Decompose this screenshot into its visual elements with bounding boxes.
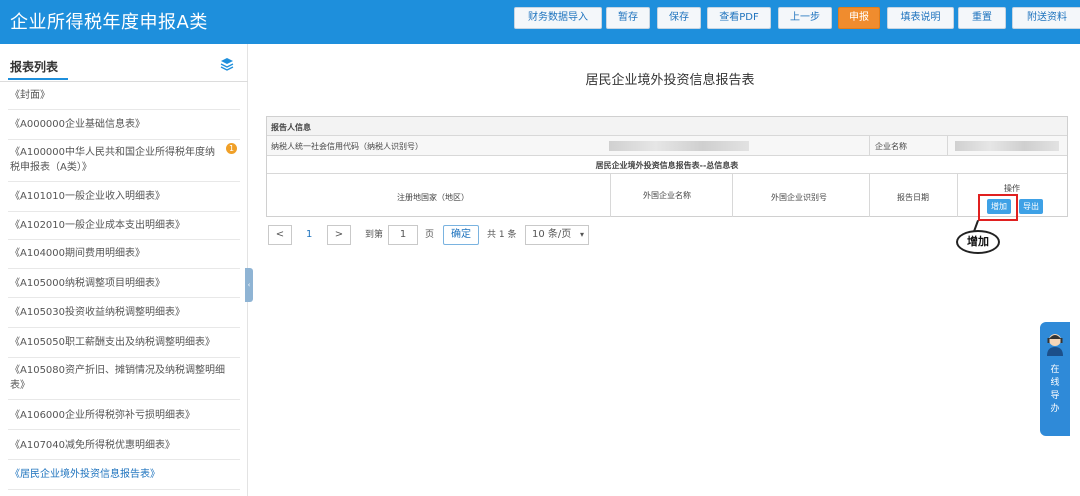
- callout-bubble: 增加: [956, 230, 1000, 254]
- sidebar-item-a100000[interactable]: 《A100000中华人民共和国企业所得税年度纳税申报表（A类）》: [8, 140, 240, 182]
- sidebar-item-overseas-investment[interactable]: 《居民企业境外投资信息报告表》: [8, 460, 240, 490]
- sidebar-item-label: 《A100000中华人民共和国企业所得税年度纳税申报表（A类）》: [10, 147, 216, 173]
- layers-icon[interactable]: [220, 57, 234, 71]
- sidebar-collapse-handle[interactable]: ‹: [245, 268, 253, 302]
- sidebar-title: 报表列表: [10, 60, 59, 74]
- export-button[interactable]: 导出: [1019, 199, 1043, 214]
- prev-page-button[interactable]: <: [268, 225, 292, 245]
- sidebar-item-label: 《A107040减免所得税优惠明细表》: [10, 440, 176, 451]
- confirm-goto-button[interactable]: 确定: [443, 225, 479, 245]
- sidebar-item-label: 《A105030投资收益纳税调整明细表》: [10, 307, 186, 318]
- sidebar-item-a102010[interactable]: 《A102010一般企业成本支出明细表》: [8, 212, 240, 240]
- previous-step-button[interactable]: 上一步: [778, 7, 832, 29]
- page-size-select[interactable]: 10 条/页 ▾: [525, 225, 589, 245]
- sidebar-item-a105000[interactable]: 《A105000纳税调整项目明细表》: [8, 269, 240, 298]
- divider: [610, 174, 611, 217]
- column-header-report-date: 报告日期: [897, 193, 929, 202]
- sidebar-item-label: 《A105050职工薪酬支出及纳税调整明细表》: [10, 337, 216, 348]
- taxpayer-section-label: 报告人信息: [271, 123, 311, 132]
- sidebar-header: 报表列表: [0, 44, 248, 82]
- divider: [732, 174, 733, 217]
- temp-save-button[interactable]: 暂存: [606, 7, 650, 29]
- online-help-widget[interactable]: 在线导办: [1040, 322, 1070, 436]
- total-count: 共 1 条: [487, 230, 517, 240]
- taxpayer-id-label: 纳税人统一社会信用代码（纳税人识别号）: [271, 142, 423, 151]
- page-size-value: 10 条/页: [532, 229, 572, 240]
- page-unit-label: 页: [425, 230, 435, 240]
- declare-button[interactable]: 申报: [838, 7, 880, 29]
- sidebar-item-cover[interactable]: 《封面》: [8, 82, 240, 110]
- save-button[interactable]: 保存: [657, 7, 701, 29]
- divider: [267, 173, 1067, 174]
- support-agent-icon: [1047, 334, 1063, 356]
- sidebar-item-label: 《A104000期间费用明细表》: [10, 248, 146, 259]
- sidebar-item-a105030[interactable]: 《A105030投资收益纳税调整明细表》: [8, 298, 240, 328]
- sidebar-item-a106000[interactable]: 《A106000企业所得税弥补亏损明细表》: [8, 400, 240, 430]
- report-table: 报告人信息 纳税人统一社会信用代码（纳税人识别号） 企业名称 居民企业境外投资信…: [266, 116, 1068, 217]
- fill-instructions-button[interactable]: 填表说明: [887, 7, 954, 29]
- column-header-foreign-company-id: 外国企业识别号: [771, 193, 827, 202]
- section-header-row: [267, 117, 1067, 135]
- highlight-box: [978, 194, 1018, 221]
- sidebar-item-label: 《A102010一般企业成本支出明细表》: [10, 220, 186, 231]
- sidebar-item-label: 《A105080资产折旧、摊销情况及纳税调整明细表》: [10, 365, 226, 391]
- sidebar-item-label: 《A106000企业所得税弥补亏损明细表》: [10, 410, 196, 421]
- sidebar-item-a105050[interactable]: 《A105050职工薪酬支出及纳税调整明细表》: [8, 328, 240, 358]
- attachments-button[interactable]: 附送资料: [1012, 7, 1080, 29]
- company-name-label: 企业名称: [875, 142, 907, 151]
- sidebar-title-underline: [8, 78, 68, 80]
- divider: [947, 136, 948, 155]
- divider: [267, 155, 1067, 156]
- chevron-down-icon: ▾: [579, 230, 584, 239]
- sidebar-item-a101010[interactable]: 《A101010一般企业收入明细表》: [8, 182, 240, 212]
- notification-badge: 1: [226, 143, 237, 154]
- column-header-foreign-company-name: 外国企业名称: [643, 191, 691, 200]
- online-help-label: 在线导办: [1050, 365, 1060, 414]
- sidebar-item-a000000[interactable]: 《A000000企业基础信息表》: [8, 110, 240, 140]
- column-header-country: 注册地国家（地区）: [397, 193, 469, 202]
- company-name-value-masked: [955, 141, 1059, 151]
- divider: [869, 174, 870, 217]
- sidebar-item-label: 《封面》: [10, 90, 50, 101]
- view-pdf-button[interactable]: 查看PDF: [707, 7, 771, 29]
- divider: [957, 174, 958, 217]
- app-title: 企业所得税年度申报A类: [10, 12, 208, 33]
- sidebar-item-a105080[interactable]: 《A105080资产折旧、摊销情况及纳税调整明细表》: [8, 358, 240, 400]
- summary-table-title: 居民企业境外投资信息报告表--总信息表: [595, 161, 739, 170]
- goto-page-label: 到第: [365, 230, 384, 240]
- sidebar-item-a104000[interactable]: 《A104000期间费用明细表》: [8, 240, 240, 269]
- import-financial-data-button[interactable]: 财务数据导入: [514, 7, 602, 29]
- taxpayer-id-value-masked: [609, 141, 749, 151]
- goto-page-input[interactable]: 1: [388, 225, 418, 245]
- sidebar-item-label: 《A105000纳税调整项目明细表》: [10, 278, 166, 289]
- next-page-button[interactable]: >: [327, 225, 351, 245]
- column-header-actions: 操作: [1004, 184, 1020, 193]
- sidebar-item-label: 《A000000企业基础信息表》: [10, 119, 146, 130]
- sidebar-item-a107040[interactable]: 《A107040减免所得税优惠明细表》: [8, 430, 240, 460]
- divider: [869, 136, 870, 155]
- report-title: 居民企业境外投资信息报告表: [585, 73, 755, 88]
- current-page-number[interactable]: 1: [306, 225, 312, 245]
- sidebar-item-label: 《A101010一般企业收入明细表》: [10, 191, 166, 202]
- reset-button[interactable]: 重置: [958, 7, 1006, 29]
- sidebar-item-label: 《居民企业境外投资信息报告表》: [10, 469, 160, 480]
- top-bar: 企业所得税年度申报A类 财务数据导入 暂存 保存 查看PDF 上一步 申报 填表…: [0, 0, 1080, 44]
